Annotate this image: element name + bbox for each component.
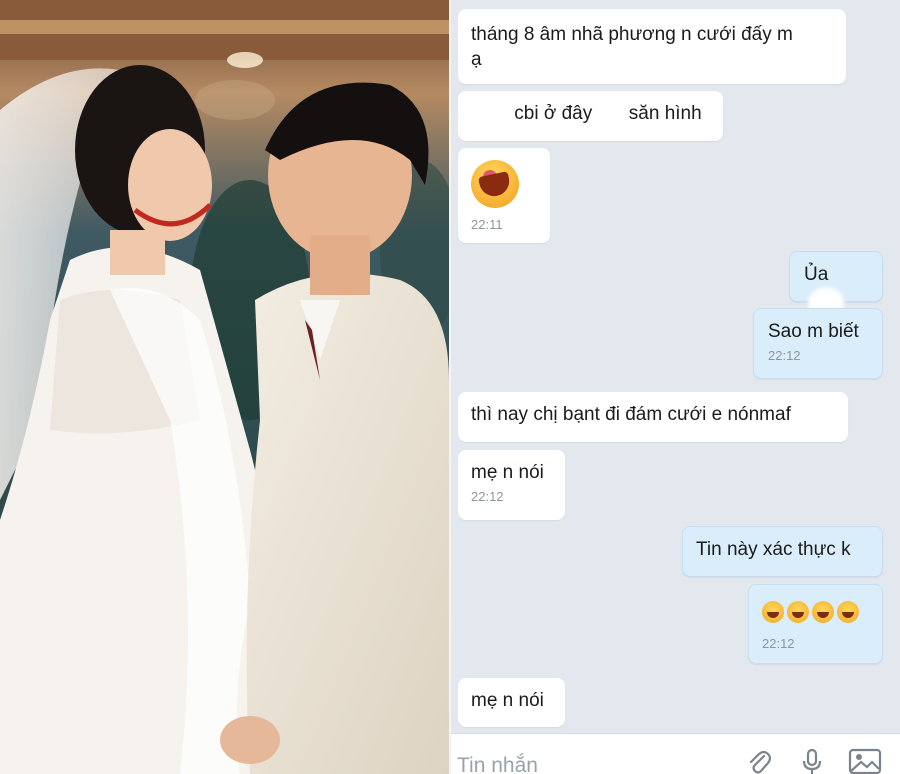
message-time: 22:12 [768,348,801,363]
message-text: Ủa [804,264,829,285]
message-bubble-incoming[interactable]: tháng 8 âm nhã phương n cưới đấy m ạ [458,9,846,84]
message-time: 22:12 [762,636,795,651]
image-icon[interactable] [848,748,882,774]
message-text: ạ [471,49,482,70]
message-time: 22:11 [471,217,503,232]
paperclip-icon[interactable] [747,748,771,774]
message-bubble-outgoing[interactable]: Sao m biết 22:12 [753,308,883,379]
tears-of-joy-emoji-icon [787,600,809,623]
message-bubble-incoming[interactable]: thì nay chị bạnt đi đám cưới e nónmaf [458,392,848,442]
tears-of-joy-emoji-icon [812,600,834,623]
message-text: săn hình [628,103,702,124]
message-time: 22:12 [471,489,504,504]
wedding-photo [0,0,449,774]
message-input-placeholder[interactable]: Tin nhắn [457,754,538,774]
message-bubble-incoming[interactable]: mẹ n nói [458,678,565,727]
message-bubble-incoming[interactable]: cbi ở đây săn hình [458,91,723,141]
message-bubble-incoming[interactable]: mẹ n nói 22:12 [458,450,565,520]
message-text: mẹ n nói [471,462,544,483]
tears-of-joy-emoji-row [762,599,869,624]
tears-of-joy-emoji-icon [837,600,859,623]
message-bubble-outgoing[interactable]: 22:12 [748,584,883,664]
laughing-emoji-icon [471,160,519,208]
redacted-blur [597,103,624,124]
message-text: Tin này xác thực k [696,539,851,560]
message-bubble-outgoing[interactable]: Tin này xác thực k [682,526,883,577]
redacted-blur [473,103,509,124]
chat-screen: tháng 8 âm nhã phương n cưới đấy m ạ cbi… [451,0,900,774]
message-bubble-outgoing[interactable]: Ủa [789,251,883,319]
message-text: Sao m biết [768,321,859,342]
message-text: thì nay chị bạnt đi đám cưới e nónmaf [471,404,791,425]
tears-of-joy-emoji-icon [762,600,784,623]
message-text: cbi ở đây [514,103,593,124]
message-text: tháng 8 âm nhã phương n cưới đấy m [471,24,793,45]
message-bubble-incoming[interactable]: 22:11 [458,148,550,243]
message-text: mẹ n nói [471,690,544,711]
microphone-icon[interactable] [800,748,824,774]
message-composer[interactable]: Tin nhắn [451,733,900,774]
